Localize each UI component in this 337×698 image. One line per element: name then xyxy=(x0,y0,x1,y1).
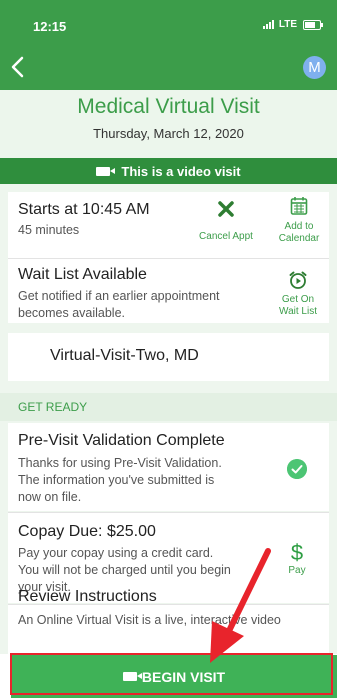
copay-title: Copay Due: $25.00 xyxy=(18,523,156,540)
get-ready-header: GET READY xyxy=(0,393,337,421)
wait-list-title: Wait List Available xyxy=(18,266,147,283)
back-chevron-icon[interactable] xyxy=(8,55,30,79)
alarm-clock-icon xyxy=(289,271,307,289)
get-on-wait-list-button[interactable]: Get On Wait List xyxy=(268,270,328,318)
wait-list-description: Get notified if an earlier appointment b… xyxy=(18,288,220,322)
wait-list-desc-line-2: becomes available. xyxy=(18,306,126,320)
add-to-calendar-button[interactable]: Add to Calendar xyxy=(270,196,328,245)
wait-list-desc-line-1: Get notified if an earlier appointment xyxy=(18,289,220,303)
previsit-desc-line-2: The information you've submitted is xyxy=(18,473,215,487)
avatar[interactable]: M xyxy=(303,56,326,79)
video-visit-banner: This is a video visit xyxy=(0,158,337,184)
signal-icon xyxy=(262,20,274,29)
video-camera-icon xyxy=(122,672,142,681)
calendar-icon xyxy=(290,197,308,215)
status-time: 12:15 xyxy=(33,19,67,34)
get-on-wait-list-label-1: Get On xyxy=(281,294,315,305)
duration: 45 minutes xyxy=(18,223,80,237)
video-banner-text: This is a video visit xyxy=(121,163,241,179)
cancel-appt-button[interactable]: Cancel Appt xyxy=(186,200,266,243)
status-indicators: LTE xyxy=(262,19,323,30)
copay-desc-line-2: You will not be charged until you begin xyxy=(18,563,231,577)
status-bar: 12:15 LTE xyxy=(0,0,337,44)
close-icon xyxy=(218,201,234,217)
network-label: LTE xyxy=(278,19,297,30)
instructions-description: An Online Virtual Visit is a live, inter… xyxy=(18,613,281,627)
get-on-wait-list-label-2: Wait List xyxy=(279,306,317,317)
previsit-title: Pre-Visit Validation Complete xyxy=(18,432,225,449)
battery-icon xyxy=(303,19,323,30)
previsit-desc-line-1: Thanks for using Pre-Visit Validation. xyxy=(18,456,222,470)
provider-name: Virtual-Visit-Two, MD xyxy=(50,347,199,364)
dollar-icon: $ xyxy=(290,540,304,565)
add-to-calendar-label-2: Calendar xyxy=(278,233,320,244)
page-title: Medical Virtual Visit xyxy=(77,95,260,118)
copay-desc-line-1: Pay your copay using a credit card. xyxy=(18,546,214,560)
previsit-desc-line-3: now on file. xyxy=(18,490,82,504)
start-time: Starts at 10:45 AM xyxy=(18,201,150,218)
previsit-description: Thanks for using Pre-Visit Validation. T… xyxy=(18,455,222,506)
cancel-appt-label: Cancel Appt xyxy=(199,231,253,242)
get-ready-label: GET READY xyxy=(18,400,88,414)
add-to-calendar-label-1: Add to xyxy=(284,221,314,232)
nav-bar xyxy=(0,44,337,90)
visit-date: Thursday, March 12, 2020 xyxy=(93,126,244,141)
pay-button[interactable]: $ Pay xyxy=(280,541,314,577)
check-circle-icon xyxy=(287,459,307,479)
begin-visit-button[interactable]: BEGIN VISIT xyxy=(11,655,337,698)
video-camera-icon xyxy=(96,166,116,176)
begin-visit-label: BEGIN VISIT xyxy=(141,668,226,685)
instructions-title: Review Instructions xyxy=(18,588,157,605)
pay-label: Pay xyxy=(288,565,306,576)
